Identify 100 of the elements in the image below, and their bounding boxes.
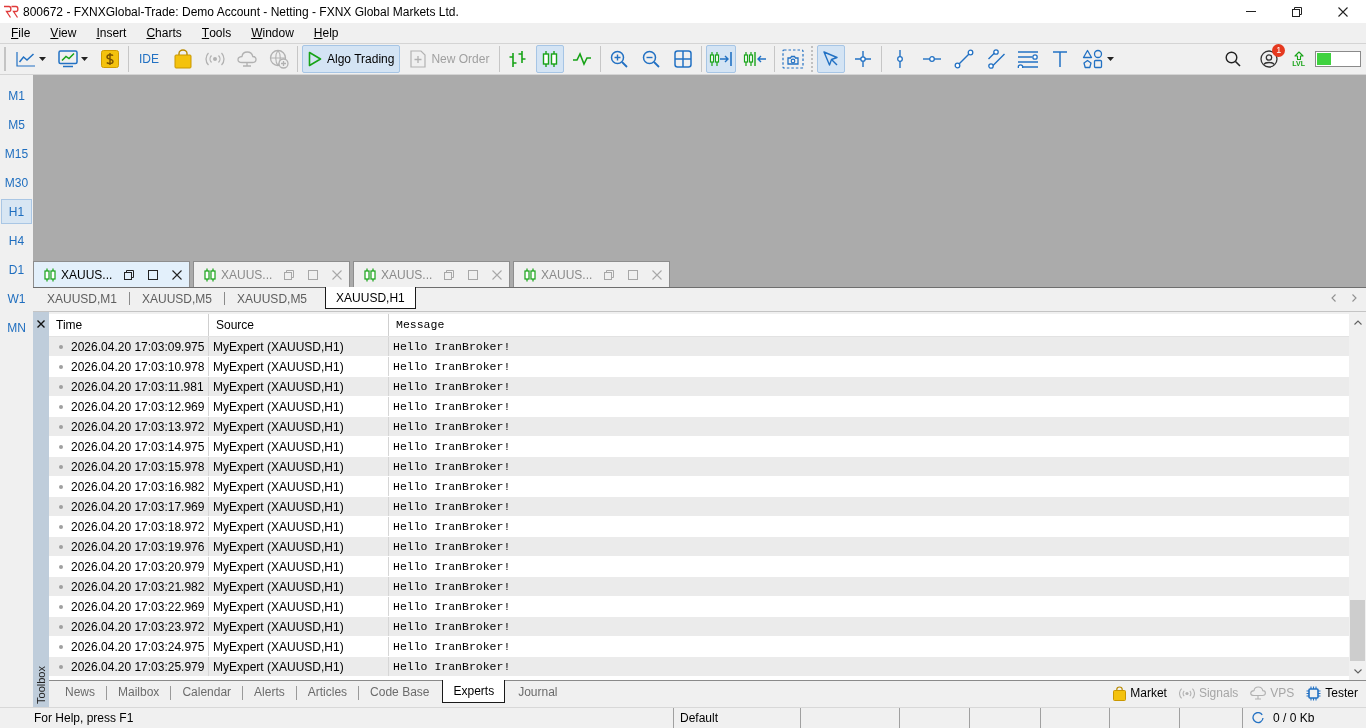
table-cell-text: Hello IranBroker!	[393, 498, 511, 515]
crosshair-icon	[854, 50, 873, 68]
restore-icon	[284, 269, 294, 280]
timeframe-button[interactable]: M5	[1, 112, 32, 137]
table-cell-text: MyExpert (XAUUSD,H1)	[213, 478, 344, 496]
algo-trading-button[interactable]: Algo Trading	[302, 45, 401, 73]
shopping-bag-icon	[174, 49, 192, 69]
restore-icon	[124, 269, 134, 280]
timeframe-button[interactable]: MN	[1, 315, 32, 340]
table-cell-text: Hello IranBroker!	[393, 638, 511, 655]
account-button[interactable]: 1	[1256, 46, 1283, 72]
chart-subtab[interactable]: XAUUSD,M5	[225, 288, 320, 309]
vertical-line-icon	[896, 49, 905, 69]
timeframe-button[interactable]: W1	[1, 286, 32, 311]
dot-icon	[59, 524, 63, 529]
table-cell-text: 2026.04.20 17:03:16.982	[71, 478, 205, 496]
scroll-right-button[interactable]	[1351, 293, 1358, 303]
dot-icon	[59, 444, 63, 449]
column-header[interactable]: Message	[396, 316, 445, 334]
table-cell-text: MyExpert (XAUUSD,H1)	[213, 578, 344, 596]
scrollbar-thumb[interactable]	[1350, 600, 1365, 661]
panel-tab[interactable]: Journal	[507, 681, 569, 703]
zoom-out-icon	[642, 50, 661, 68]
ide-button[interactable]: IDE	[133, 45, 165, 73]
column-header[interactable]: Time	[56, 316, 83, 334]
table-cell-text: Hello IranBroker!	[393, 398, 511, 415]
table-cell-text: Hello IranBroker!	[393, 658, 511, 675]
maximize-icon	[628, 269, 638, 280]
close-icon	[172, 269, 182, 280]
app-logo-icon	[3, 4, 19, 19]
dot-icon	[59, 384, 63, 389]
table-cell-text: Hello IranBroker!	[393, 418, 511, 435]
panel-tab[interactable]: Calendar	[171, 681, 243, 703]
search-icon	[1225, 51, 1242, 67]
cloud-icon	[1250, 686, 1267, 700]
person-circle-icon	[1260, 50, 1279, 68]
panel-tab[interactable]: News	[54, 681, 106, 703]
timeframe-button[interactable]: M30	[1, 170, 32, 195]
trendline-icon	[954, 49, 975, 69]
scroll-left-button[interactable]	[1330, 293, 1337, 303]
dot-icon	[59, 564, 63, 569]
chart-subtab[interactable]: XAUUSD,H1	[325, 287, 416, 309]
caret-icon	[39, 57, 46, 61]
candlestick-button[interactable]	[536, 45, 565, 73]
panel-tab[interactable]: Code Base	[359, 681, 441, 703]
table-cell-text: Hello IranBroker!	[393, 558, 511, 575]
table-cell-text: 2026.04.20 17:03:15.978	[71, 458, 205, 476]
close-button[interactable]	[35, 318, 47, 330]
table-cell-text: 2026.04.20 17:03:09.975	[71, 338, 205, 356]
chart-subtab[interactable]: XAUUSD,M1	[35, 288, 129, 309]
column-header[interactable]: Source	[216, 316, 255, 334]
table-cell-text: Hello IranBroker!	[393, 478, 511, 495]
chart-subtab[interactable]: XAUUSD,M5	[130, 288, 225, 309]
table-cell-text: MyExpert (XAUUSD,H1)	[213, 658, 344, 676]
table-cell-text: MyExpert (XAUUSD,H1)	[213, 418, 344, 436]
status-meter-icon	[1315, 51, 1361, 67]
cursor-button[interactable]	[817, 45, 846, 73]
table-cell-text: Hello IranBroker!	[393, 338, 511, 355]
dot-icon	[59, 624, 63, 629]
menu-item[interactable]: Window	[241, 23, 304, 43]
candlestick-icon	[541, 50, 560, 68]
menu-item[interactable]: Tools	[191, 23, 242, 43]
panel-tab[interactable]: Articles	[296, 681, 359, 703]
timeframe-button[interactable]: M1	[1, 83, 32, 108]
panel-tab[interactable]: Experts	[442, 680, 506, 703]
zigzag-line-icon	[572, 52, 593, 66]
panel-tab[interactable]: Mailbox	[107, 681, 171, 703]
table-cell-text: 2026.04.20 17:03:20.979	[71, 558, 205, 576]
table-cell-text: 2026.04.20 17:03:23.972	[71, 618, 205, 636]
maximize-icon	[148, 269, 158, 280]
menu-item[interactable]: Charts	[136, 23, 192, 43]
table-cell-text: Hello IranBroker!	[393, 598, 511, 615]
chart-tab[interactable]: XAUUS...	[33, 261, 190, 287]
panel-tab[interactable]: Alerts	[243, 681, 296, 703]
dot-icon	[59, 644, 63, 649]
auto-scroll-button[interactable]	[706, 45, 737, 73]
menu-item[interactable]: Help	[303, 23, 349, 43]
dot-icon	[59, 604, 63, 609]
restore-icon	[1292, 6, 1302, 17]
table-cell-text: MyExpert (XAUUSD,H1)	[213, 358, 344, 376]
timeframe-button[interactable]: D1	[1, 257, 32, 282]
maximize-icon	[468, 269, 478, 280]
panel-link[interactable]: Tester	[1306, 684, 1358, 702]
table-cell-text: 2026.04.20 17:03:10.978	[71, 358, 205, 376]
menu-item[interactable]: File	[1, 23, 41, 43]
parallel-lines-icon	[985, 49, 1008, 69]
dot-icon	[59, 664, 63, 669]
panel-link[interactable]: Market	[1113, 684, 1167, 702]
menu-item[interactable]: View	[40, 23, 87, 43]
play-icon	[308, 51, 322, 67]
table-cell-text: MyExpert (XAUUSD,H1)	[213, 518, 344, 536]
horizontal-levels-icon	[1017, 50, 1040, 68]
table-cell-text: Hello IranBroker!	[393, 538, 511, 555]
maximize-icon	[308, 269, 318, 280]
table-cell-text: 2026.04.20 17:03:18.972	[71, 518, 205, 536]
timeframe-button[interactable]: H4	[1, 228, 32, 253]
bar-chart-icon	[508, 50, 529, 68]
timeframe-button[interactable]: H1	[1, 199, 32, 224]
timeframe-button[interactable]: M15	[1, 141, 32, 166]
menu-item[interactable]: Insert	[86, 23, 137, 43]
